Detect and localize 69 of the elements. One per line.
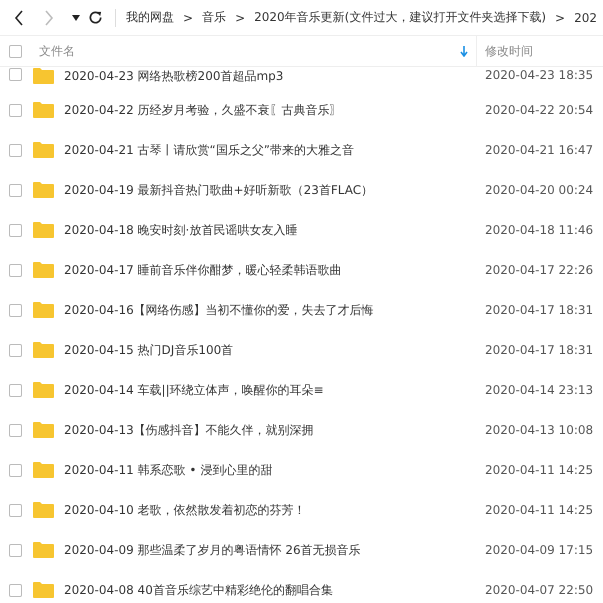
modified-date: 2020-04-11 14:25 — [485, 463, 594, 477]
modified-date: 2020-04-14 23:13 — [485, 383, 594, 397]
row-checkbox[interactable] — [9, 544, 22, 556]
modified-date: 2020-04-20 00:24 — [485, 183, 594, 197]
modified-date: 2020-04-07 22:50 — [485, 583, 594, 597]
folder-icon — [33, 262, 54, 278]
folder-name[interactable]: 2020-04-13【伤感抖音】不能久伴，就别深拥 — [64, 422, 485, 438]
folder-name[interactable]: 2020-04-23 网络热歌榜200首超品mp3 — [64, 68, 485, 85]
breadcrumb-separator: > — [183, 10, 194, 24]
row-checkbox[interactable] — [9, 384, 22, 396]
dropdown-caret-icon[interactable] — [72, 14, 80, 20]
folder-name[interactable]: 2020-04-15 热门DJ音乐100首 — [64, 342, 485, 358]
folder-icon — [33, 382, 54, 398]
folder-name[interactable]: 2020-04-09 那些温柔了岁月的粤语情怀 26首无损音乐 — [64, 542, 485, 558]
folder-icon — [33, 222, 54, 238]
modified-date: 2020-04-17 18:31 — [485, 343, 594, 357]
row-checkbox[interactable] — [9, 184, 22, 196]
breadcrumb-item[interactable]: 我的网盘 — [126, 9, 174, 26]
folder-icon — [33, 502, 54, 518]
row-checkbox[interactable] — [9, 68, 22, 81]
row-checkbox[interactable] — [9, 104, 22, 116]
breadcrumb-separator: > — [235, 10, 246, 24]
folder-name[interactable]: 2020-04-22 历经岁月考验，久盛不衰〖古典音乐〗 — [64, 102, 485, 118]
row-checkbox[interactable] — [9, 264, 22, 276]
modified-date: 2020-04-17 22:26 — [485, 263, 594, 277]
row-checkbox[interactable] — [9, 144, 22, 156]
row-checkbox[interactable] — [9, 424, 22, 436]
folder-icon — [33, 542, 54, 558]
row-checkbox[interactable] — [9, 344, 22, 356]
folder-name[interactable]: 2020-04-16【网络伤感】当初不懂你的爱，失去了才后悔 — [64, 302, 485, 318]
row-checkbox[interactable] — [9, 224, 22, 236]
folder-name[interactable]: 2020-04-19 最新抖音热门歌曲+好听新歌（23首FLAC） — [64, 182, 485, 198]
folder-icon — [33, 182, 54, 198]
folder-icon — [33, 582, 54, 598]
breadcrumb-item[interactable]: 202 — [574, 10, 597, 24]
modified-date: 2020-04-22 20:54 — [485, 103, 594, 117]
folder-icon — [33, 302, 54, 318]
modified-date: 2020-04-13 10:08 — [485, 423, 594, 437]
folder-name[interactable]: 2020-04-18 晚安时刻·放首民谣哄女友入睡 — [64, 222, 485, 238]
folder-icon — [33, 68, 54, 84]
folder-icon — [33, 422, 54, 438]
name-column-header[interactable]: 文件名 — [39, 42, 460, 60]
folder-icon — [33, 462, 54, 478]
breadcrumb-item[interactable]: 音乐 — [202, 9, 226, 26]
folder-name[interactable]: 2020-04-08 40首音乐综艺中精彩绝伦的翻唱合集 — [64, 582, 485, 598]
folder-icon — [33, 142, 54, 158]
row-checkbox[interactable] — [9, 304, 22, 316]
select-all-checkbox[interactable] — [9, 44, 22, 58]
modified-column-header[interactable]: 修改时间 — [477, 42, 603, 60]
folder-name[interactable]: 2020-04-14 车载||环绕立体声，唤醒你的耳朵≡ — [64, 382, 485, 398]
modified-date: 2020-04-11 14:25 — [485, 503, 594, 517]
folder-name[interactable]: 2020-04-21 古琴丨请欣赏“国乐之父”带来的大雅之音 — [64, 142, 485, 158]
breadcrumb-separator: > — [555, 10, 566, 24]
folder-icon — [33, 102, 54, 118]
row-checkbox[interactable] — [9, 504, 22, 516]
row-checkbox[interactable] — [9, 464, 22, 476]
folder-name[interactable]: 2020-04-11 韩系恋歌 • 浸到心里的甜 — [64, 462, 485, 478]
folder-name[interactable]: 2020-04-10 老歌，依然散发着初恋的芬芳！ — [64, 502, 485, 518]
row-checkbox[interactable] — [9, 584, 22, 596]
modified-date: 2020-04-17 18:31 — [485, 303, 594, 317]
modified-date: 2020-04-23 18:35 — [485, 68, 594, 82]
refresh-icon[interactable] — [88, 10, 103, 25]
sort-arrow-icon[interactable] — [460, 46, 468, 56]
folder-icon — [33, 342, 54, 358]
modified-date: 2020-04-18 11:46 — [485, 223, 594, 237]
modified-date: 2020-04-21 16:47 — [485, 143, 594, 157]
modified-date: 2020-04-09 17:15 — [485, 543, 594, 557]
folder-name[interactable]: 2020-04-17 睡前音乐伴你酣梦，暖心轻柔韩语歌曲 — [64, 262, 485, 278]
breadcrumb-item[interactable]: 2020年音乐更新(文件过大，建议打开文件夹选择下载) — [254, 9, 546, 26]
